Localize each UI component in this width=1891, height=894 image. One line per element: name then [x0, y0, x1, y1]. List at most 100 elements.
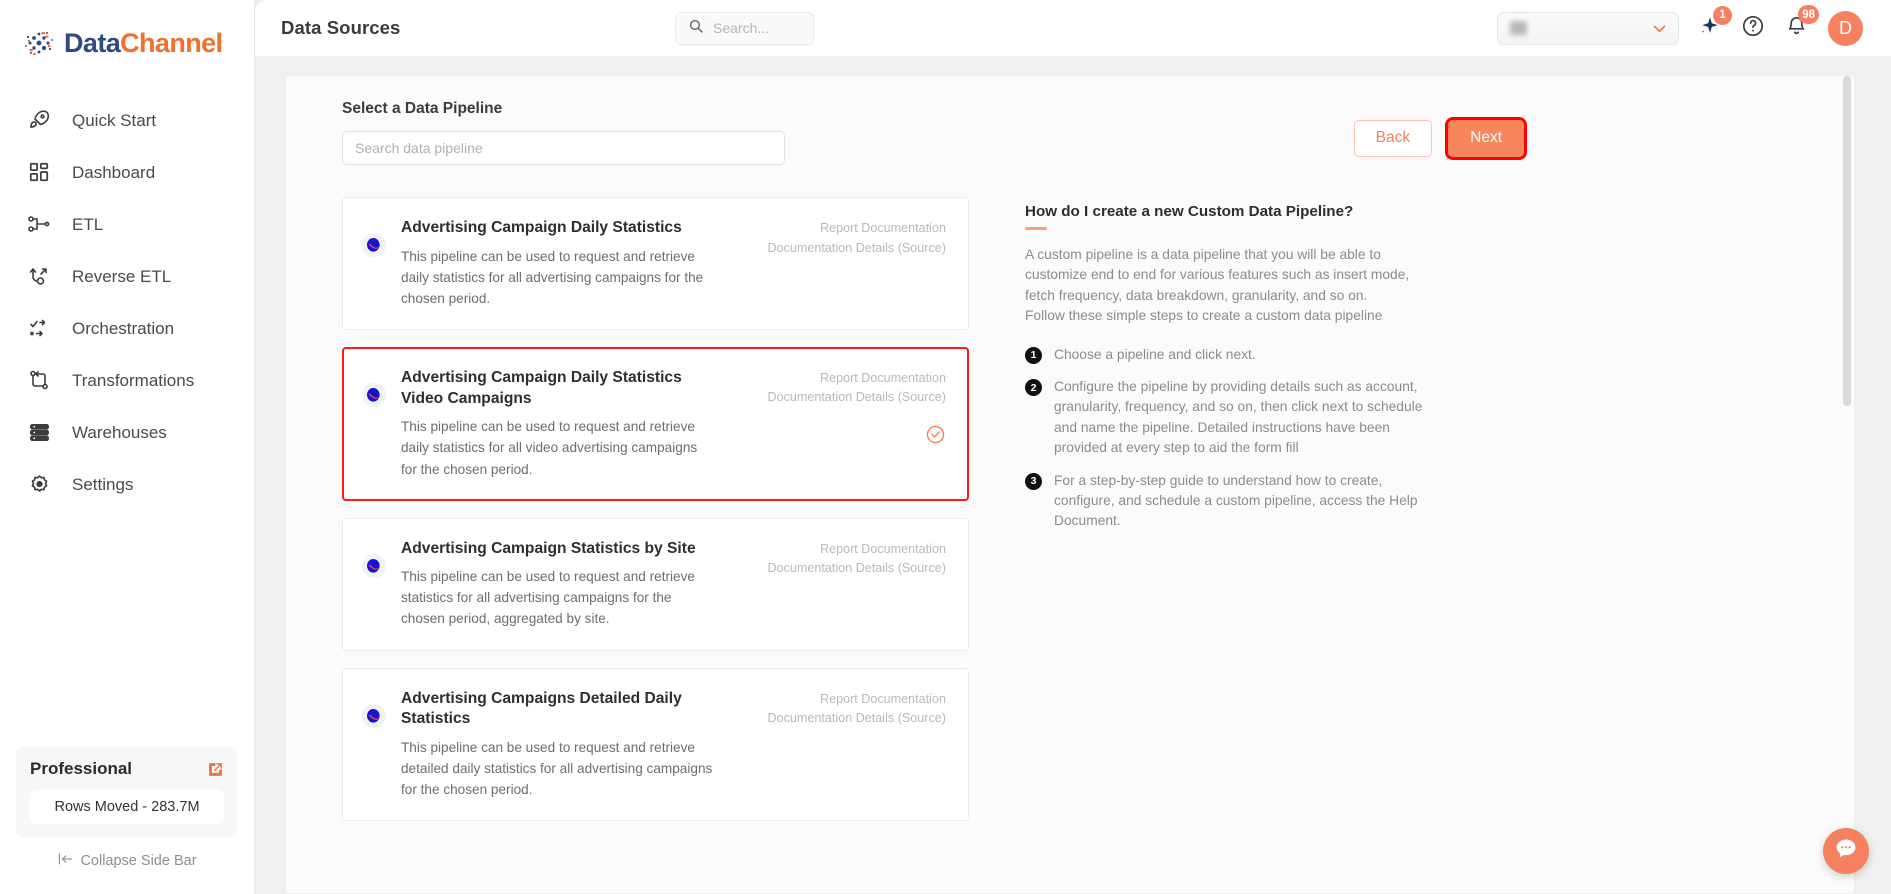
search-input[interactable] — [713, 20, 801, 36]
sidebar-item-label: Reverse ETL — [72, 266, 172, 286]
help-step: 1 Choose a pipeline and click next. — [1025, 345, 1826, 365]
pipeline-card-links: Report Documentation Documentation Detai… — [768, 368, 947, 480]
pipeline-card-title: Advertising Campaigns Detailed Daily Sta… — [401, 689, 682, 728]
account-selector[interactable] — [1497, 11, 1679, 45]
help-panel-title: How do I create a new Custom Data Pipeli… — [1025, 203, 1354, 220]
notification-badge-count: 98 — [1798, 5, 1819, 24]
app-root: DataChannel Quick Start Dashboard ETL Re… — [0, 0, 1891, 894]
plan-name: Professional — [30, 759, 133, 778]
sidebar-nav: Quick Start Dashboard ETL Reverse ETL Or… — [0, 94, 254, 510]
sidebar-item-warehouses[interactable]: Warehouses — [0, 406, 254, 458]
back-button[interactable]: Back — [1353, 120, 1433, 157]
sidebar: DataChannel Quick Start Dashboard ETL Re… — [0, 0, 255, 894]
sidebar-item-dashboard[interactable]: Dashboard — [0, 146, 254, 198]
sidebar-item-label: Quick Start — [72, 110, 157, 130]
brand-name-part2: Channel — [120, 27, 223, 58]
ai-assistant-button[interactable]: 1 — [1699, 5, 1732, 42]
step-text: Configure the pipeline by providing deta… — [1054, 379, 1423, 456]
sidebar-item-reverse-etl[interactable]: Reverse ETL — [0, 250, 254, 302]
account-thumbnail-icon — [1510, 21, 1527, 35]
pipeline-card-selected[interactable]: Advertising Campaign Daily Statistics Vi… — [342, 346, 969, 501]
collapse-arrow-icon — [57, 852, 73, 870]
documentation-details-link[interactable]: Documentation Details (Source) — [768, 709, 947, 729]
sidebar-item-label: Transformations — [72, 370, 195, 390]
pipeline-card-title: Advertising Campaign Daily Statistics Vi… — [401, 368, 682, 407]
brand-name-part1: Data — [64, 27, 121, 58]
collapse-side-bar-button[interactable]: Collapse Side Bar — [0, 852, 254, 894]
panel-columns: Advertising Campaign Daily Statistics Th… — [342, 197, 1826, 838]
help-panel-divider — [1025, 227, 1047, 230]
grid-icon — [26, 159, 52, 185]
sidebar-item-etl[interactable]: ETL — [0, 198, 254, 250]
next-button[interactable]: Next — [1445, 117, 1527, 160]
account-selector-value-blurred — [1510, 21, 1643, 36]
main-area: Data Sources Search... 1 98 D Select a D… — [255, 0, 1891, 894]
step-number: 1 — [1025, 346, 1042, 364]
yandex-direct-icon — [361, 689, 387, 801]
avatar[interactable]: D — [1828, 10, 1863, 46]
pipeline-card[interactable]: Advertising Campaign Daily Statistics Th… — [342, 197, 969, 330]
selected-check-icon — [768, 424, 947, 445]
pipeline-selection-panel: Select a Data Pipeline Back Next — [285, 75, 1855, 894]
sidebar-item-label: ETL — [72, 214, 104, 234]
pipeline-card[interactable]: Advertising Campaign Statistics by Site … — [342, 517, 969, 651]
pipeline-card-body: Advertising Campaigns Detailed Daily Sta… — [401, 689, 713, 801]
help-steps-list: 1 Choose a pipeline and click next. 2 Co… — [1025, 345, 1826, 532]
pipeline-card-title: Advertising Campaign Statistics by Site — [401, 539, 696, 557]
report-documentation-link[interactable]: Report Documentation — [768, 540, 946, 560]
yandex-direct-icon — [361, 218, 387, 309]
wizard-buttons: Back Next — [1353, 117, 1527, 160]
pipeline-card-description: This pipeline can be used to request and… — [401, 569, 695, 627]
pipeline-card[interactable]: Advertising Campaigns Detailed Daily Sta… — [342, 667, 969, 822]
panel-scrollbar-thumb[interactable] — [1843, 76, 1851, 406]
documentation-details-link[interactable]: Documentation Details (Source) — [768, 559, 947, 579]
pipeline-card-description: This pipeline can be used to request and… — [401, 739, 713, 798]
documentation-details-link[interactable]: Documentation Details (Source) — [768, 388, 947, 408]
top-bar: Data Sources Search... 1 98 D — [255, 0, 1891, 57]
notifications-button[interactable]: 98 — [1785, 5, 1819, 42]
brand-logo[interactable]: DataChannel — [0, 0, 254, 78]
documentation-details-link[interactable]: Documentation Details (Source) — [768, 239, 947, 259]
step-text: For a step-by-step guide to understand h… — [1054, 472, 1418, 529]
datachannel-globe-icon — [22, 26, 56, 60]
search-icon — [688, 18, 704, 39]
pipeline-search-input[interactable] — [342, 131, 785, 165]
question-circle-icon — [1741, 14, 1765, 43]
transformations-icon — [26, 367, 52, 393]
pipeline-card-links: Report Documentation Documentation Detai… — [768, 689, 947, 801]
sidebar-item-label: Settings — [72, 474, 134, 494]
chat-bubble-icon — [1833, 836, 1859, 867]
report-documentation-link[interactable]: Report Documentation — [768, 369, 946, 389]
plan-header: Professional — [30, 759, 224, 779]
sidebar-item-quick-start[interactable]: Quick Start — [0, 94, 254, 146]
ai-badge-count: 1 — [1713, 5, 1732, 25]
sidebar-item-transformations[interactable]: Transformations — [0, 354, 254, 406]
help-button[interactable] — [1741, 14, 1765, 43]
select-pipeline-label: Select a Data Pipeline — [342, 100, 503, 117]
sidebar-item-orchestration[interactable]: Orchestration — [0, 302, 254, 354]
help-panel: How do I create a new Custom Data Pipeli… — [969, 197, 1826, 838]
help-step: 3 For a step-by-step guide to understand… — [1025, 471, 1826, 532]
report-documentation-link[interactable]: Report Documentation — [768, 219, 946, 239]
panel-header: Select a Data Pipeline Back Next — [342, 100, 1826, 165]
plan-card: Professional Rows Moved - 283.7M — [16, 746, 238, 838]
chat-support-button[interactable] — [1823, 828, 1869, 874]
panel-scrollbar[interactable] — [1843, 76, 1851, 893]
brand-name: DataChannel — [64, 27, 223, 59]
collapse-side-bar-label: Collapse Side Bar — [80, 853, 197, 869]
sidebar-item-label: Warehouses — [72, 422, 167, 442]
etl-icon — [26, 211, 52, 237]
warehouse-icon — [26, 419, 52, 445]
sidebar-item-settings[interactable]: Settings — [0, 458, 254, 510]
pipeline-card-body: Advertising Campaign Daily Statistics Th… — [401, 218, 713, 309]
step-number: 3 — [1025, 472, 1042, 490]
report-documentation-link[interactable]: Report Documentation — [768, 690, 946, 710]
external-link-icon[interactable] — [207, 761, 224, 778]
sidebar-item-label: Dashboard — [72, 162, 156, 182]
pipeline-list: Advertising Campaign Daily Statistics Th… — [342, 197, 969, 838]
yandex-direct-icon — [361, 539, 387, 630]
global-search[interactable] — [675, 11, 814, 45]
pipeline-card-body: Advertising Campaign Daily Statistics Vi… — [401, 368, 713, 480]
rows-moved-value: Rows Moved - 283.7M — [30, 790, 224, 824]
